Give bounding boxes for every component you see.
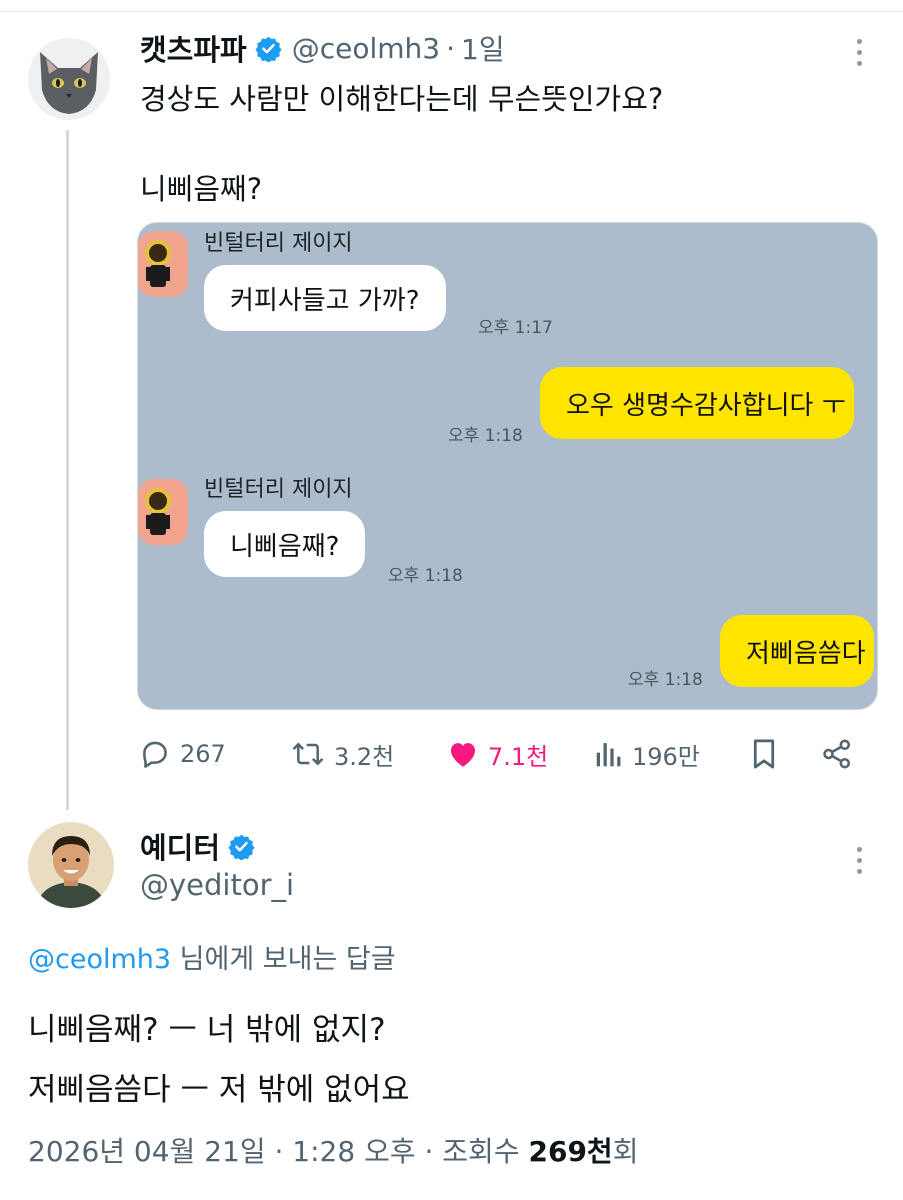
- tweet-media-image[interactable]: 빈털터리 제이지 커피사들고 가까? 오후 1:17 오우 생명수감사합니다 ㅜ…: [137, 222, 878, 710]
- reply-author-name[interactable]: 예디터: [140, 825, 220, 867]
- reply-action[interactable]: 267: [138, 734, 226, 774]
- chat-avatar: [138, 479, 188, 545]
- reply-author-handle[interactable]: @yeditor_i: [140, 868, 294, 902]
- like-count: 7.1천: [488, 742, 549, 771]
- reply-view-suffix: 회: [612, 1135, 639, 1168]
- chat-bubble: 커피사들고 가까?: [204, 265, 446, 331]
- retweet-count: 3.2천: [334, 742, 395, 771]
- tweet-time[interactable]: 1일: [461, 28, 505, 68]
- heart-icon: [450, 743, 476, 767]
- chat-sender-name: 빈털터리 제이지: [204, 477, 353, 502]
- replying-to: @ceolmh3 님에게 보내는 답글: [28, 937, 396, 976]
- thread-connector-line: [66, 130, 69, 810]
- bookmark-action[interactable]: [748, 734, 780, 774]
- reply-view-count: 269천: [528, 1135, 613, 1168]
- chat-time: 오후 1:18: [448, 426, 523, 446]
- reply-icon: [143, 741, 167, 768]
- chat-time: 오후 1:17: [478, 318, 553, 338]
- chat-bubble-self: 저삐음씀다: [720, 615, 874, 687]
- reply-timestamp[interactable]: 2026년 04월 21일 · 1:28 오후 · 조회수: [28, 1135, 528, 1168]
- reply-count: 267: [180, 740, 226, 768]
- retweet-icon: [292, 742, 324, 766]
- reply-text-line2: 저삐음씀다 ㅡ 저 밖에 없어요: [28, 1072, 410, 1108]
- retweet-action[interactable]: 3.2천: [290, 734, 394, 774]
- verified-badge-icon: [228, 834, 255, 860]
- views-count: 196만: [632, 742, 700, 771]
- reply-to-mention[interactable]: @ceolmh3: [28, 944, 171, 975]
- bookmark-icon: [753, 739, 775, 769]
- views-action[interactable]: 196만: [594, 734, 700, 774]
- chat-avatar: [138, 231, 188, 297]
- time-separator: ·: [446, 31, 456, 65]
- top-divider: [0, 0, 903, 12]
- chat-time: 오후 1:18: [628, 670, 703, 690]
- reply-text-line1: 니삐음째? ㅡ 너 밖에 없지?: [28, 1012, 386, 1048]
- tweet-text-line1: 경상도 사람만 이해한다는데 무슨뜻인가요?: [140, 82, 664, 116]
- share-icon: [823, 739, 851, 769]
- chat-sender-name: 빈털터리 제이지: [204, 231, 353, 256]
- chat-time: 오후 1:18: [388, 566, 463, 586]
- reply-meta: 2026년 04월 21일 · 1:28 오후 · 조회수 269천회: [28, 1130, 638, 1170]
- tweet-text-line2: 니삐음째?: [140, 172, 263, 206]
- author-handle[interactable]: @ceolmh3: [292, 32, 440, 65]
- share-action[interactable]: [820, 734, 854, 774]
- chat-bubble-self: 오우 생명수감사합니다 ㅜ: [540, 367, 854, 439]
- tweet-header: 캣츠파파 @ceolmh3 · 1일: [140, 28, 505, 68]
- more-icon[interactable]: [853, 36, 865, 70]
- reply-header: 예디터: [140, 826, 255, 866]
- views-icon: [596, 743, 621, 767]
- like-action[interactable]: 7.1천: [446, 734, 548, 774]
- more-icon[interactable]: [853, 844, 865, 878]
- chat-bubble: 니삐음째?: [204, 511, 366, 577]
- verified-badge-icon: [255, 36, 282, 62]
- author-name[interactable]: 캣츠파파: [140, 27, 247, 69]
- author-avatar[interactable]: [28, 38, 110, 120]
- reply-to-label: 님에게 보내는 답글: [171, 944, 396, 975]
- reply-author-avatar[interactable]: [28, 822, 114, 908]
